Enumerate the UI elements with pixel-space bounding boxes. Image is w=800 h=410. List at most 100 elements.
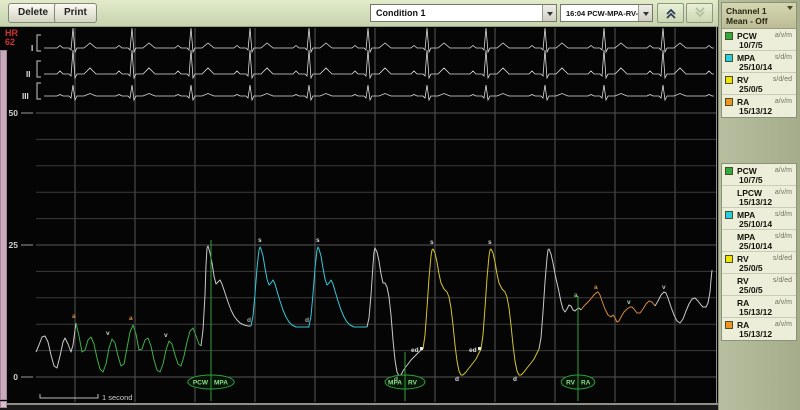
measurement-row-ra[interactable]: RA a/v/m 15/13/12: [722, 296, 796, 318]
chart-background: [0, 27, 718, 403]
measurement-units: a/v/m: [774, 189, 792, 196]
measurement-row-ra[interactable]: RA a/v/m 15/13/12: [722, 95, 796, 117]
measurements-sidebar: Channel 1 Mean - Off PCW a/v/m 10/7/5 MPA s/…: [718, 0, 800, 410]
measurement-units: a/v/m: [774, 98, 792, 105]
snapshot-dropdown[interactable]: 16:04 PCW-MPA-RV-RA: [560, 4, 653, 22]
double-chevron-down-icon: [694, 7, 705, 18]
bottom-edge: [0, 403, 718, 405]
condition-dropdown-value: Condition 1: [376, 8, 426, 18]
saved-measurements-panel: PCW a/v/m 10/7/5 LPCW a/v/m 15/13/12 MPA s/d/m 2…: [721, 163, 797, 341]
svg-text:MPA: MPA: [214, 380, 228, 387]
measurement-value: 15/13/12: [739, 329, 773, 339]
delete-button[interactable]: Delete: [8, 3, 59, 23]
wave-annotation-ed: ed: [411, 347, 419, 354]
measurement-units: s/d/ed: [772, 277, 792, 284]
chevron-down-icon[interactable]: [638, 5, 652, 21]
measurement-row-mpa[interactable]: MPA s/d/m 25/10/14: [722, 230, 796, 252]
measurement-units: a/v/m: [774, 321, 792, 328]
wave-annotation-a: a: [574, 292, 578, 299]
measurement-units: a/v/m: [774, 299, 792, 306]
wave-annotation-v: v: [164, 332, 168, 339]
trace-color-swatch: [725, 211, 733, 219]
trace-color-swatch: [725, 32, 733, 40]
trace-color-swatch: [725, 98, 733, 106]
wave-annotation-a: a: [72, 313, 76, 320]
wave-annotation-v: v: [662, 284, 666, 291]
print-button[interactable]: Print: [54, 3, 97, 23]
page-down-button-disabled[interactable]: [686, 3, 713, 23]
wave-annotation-d: d: [455, 376, 459, 383]
measurement-value: 25/10/14: [739, 62, 773, 72]
measurement-value: 25/10/14: [739, 219, 773, 229]
ed-point-marker: [420, 347, 423, 350]
wave-annotation-s: s: [430, 239, 434, 246]
measurement-value: 10/7/5: [739, 40, 763, 50]
measurement-units: s/d/ed: [772, 76, 792, 83]
measurement-row-pcw[interactable]: PCW a/v/m 10/7/5: [722, 29, 796, 51]
measurement-value: 15/13/12: [739, 307, 773, 317]
wave-annotation-s: s: [316, 237, 320, 244]
svg-text:RV: RV: [566, 380, 576, 387]
wave-annotation-d: d: [513, 376, 517, 383]
chevron-down-icon[interactable]: [542, 5, 556, 21]
transition-marker-mpa-rv[interactable]: MPA RV: [384, 374, 426, 390]
axis-tick-label: 50: [9, 108, 19, 118]
waveform-chart[interactable]: 50250IIIIIIPCW MPA MPA RV RV RAavavdsdsdsedds…: [0, 0, 718, 410]
measurement-row-rv[interactable]: RV s/d/ed 25/0/5: [722, 274, 796, 296]
measurement-row-pcw[interactable]: PCW a/v/m 10/7/5: [722, 164, 796, 186]
transition-marker-pcw-mpa[interactable]: PCW MPA: [187, 374, 235, 390]
measurement-value: 25/0/5: [739, 263, 763, 273]
wave-annotation-d: d: [394, 376, 398, 383]
ecg-lead-label: III: [22, 92, 29, 101]
scrollbar-thumb[interactable]: [0, 401, 7, 408]
toolbar: Delete Print Condition 1 16:04 PCW-MPA-R…: [0, 0, 718, 27]
ed-point-marker: [478, 347, 481, 350]
wave-annotation-a: a: [594, 284, 598, 291]
axis-tick-label: 25: [9, 240, 19, 250]
trace-color-swatch: [725, 321, 733, 329]
measurement-units: s/d/m: [774, 54, 792, 61]
wave-annotation-d: d: [247, 317, 251, 324]
measurement-row-rv[interactable]: RV s/d/ed 25/0/5: [722, 73, 796, 95]
measurement-row-ra[interactable]: RA a/v/m 15/13/12: [722, 318, 796, 340]
measurement-row-lpcw[interactable]: LPCW a/v/m 15/13/12: [722, 186, 796, 208]
measurement-row-mpa[interactable]: MPA s/d/m 25/10/14: [722, 51, 796, 73]
wave-annotation-s: s: [258, 237, 262, 244]
page-up-button[interactable]: [657, 3, 684, 23]
ecg-lead-label: II: [26, 70, 30, 79]
channel-mean-mode: Mean - Off: [726, 16, 768, 26]
bottom-strip: [0, 405, 718, 410]
channel-panel: Channel 1 Mean - Off PCW a/v/m 10/7/5 MPA s/…: [721, 2, 797, 118]
transition-marker-rv-ra[interactable]: RV RA: [560, 374, 596, 390]
wave-annotation-s: s: [488, 239, 492, 246]
measurement-row-mpa[interactable]: MPA s/d/m 25/10/14: [722, 208, 796, 230]
measurement-value: 25/0/5: [739, 285, 763, 295]
trace-color-swatch: [725, 255, 733, 263]
trace-color-swatch: [725, 76, 733, 84]
vertical-scrollbar[interactable]: [0, 50, 7, 400]
wave-annotation-ed: ed: [469, 347, 477, 354]
svg-text:RV: RV: [408, 380, 418, 387]
axis-tick-label: 0: [13, 372, 18, 382]
condition-dropdown[interactable]: Condition 1: [370, 4, 557, 22]
chevron-down-icon[interactable]: [787, 6, 793, 13]
ecg-lead-label: I: [31, 44, 33, 53]
measurement-units: s/d/m: [774, 233, 792, 240]
svg-text:PCW: PCW: [193, 380, 209, 387]
wave-annotation-d: d: [305, 317, 309, 324]
wave-annotation-v: v: [627, 299, 631, 306]
heart-rate-value: 62: [5, 37, 16, 47]
snapshot-dropdown-value: 16:04 PCW-MPA-RV-RA: [566, 8, 638, 18]
measurement-value: 15/13/12: [739, 106, 773, 116]
measurement-row-rv[interactable]: RV s/d/ed 25/0/5: [722, 252, 796, 274]
measurement-value: 15/13/12: [739, 197, 773, 207]
double-chevron-up-icon: [665, 8, 676, 19]
measurement-units: a/v/m: [774, 32, 792, 39]
measurement-value: 25/0/5: [739, 84, 763, 94]
trace-color-swatch: [725, 167, 733, 175]
wave-annotation-v: v: [106, 330, 110, 337]
measurement-units: a/v/m: [774, 167, 792, 174]
wave-annotation-a: a: [129, 315, 133, 322]
measurement-units: s/d/ed: [772, 255, 792, 262]
channel-panel-header[interactable]: Channel 1 Mean - Off: [722, 3, 796, 29]
